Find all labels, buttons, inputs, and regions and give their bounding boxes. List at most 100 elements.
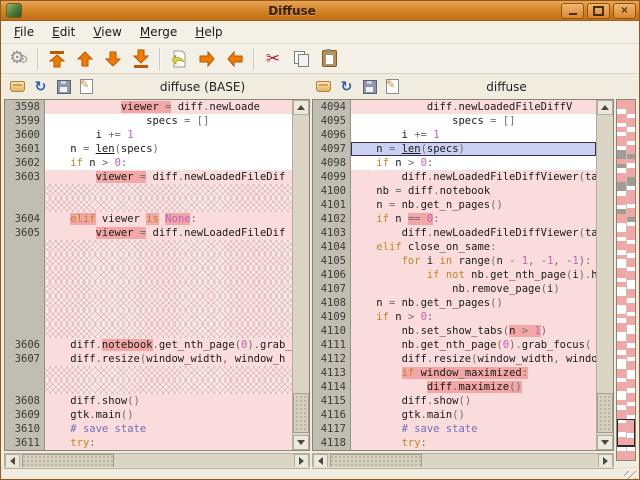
save-file-button[interactable] <box>55 79 72 95</box>
code-line[interactable]: diff.newLoadedFileDiffV <box>351 100 596 114</box>
code-line[interactable]: viewer = diff.newLoade <box>45 100 292 114</box>
code-line[interactable]: viewer = diff.newLoadedFileDif <box>45 226 292 240</box>
code-line[interactable] <box>45 268 292 282</box>
reload-file-button[interactable]: ↻ <box>32 79 49 95</box>
code-line[interactable]: if window_maximized: <box>351 366 596 380</box>
code-line[interactable]: elif close_on_same: <box>351 240 596 254</box>
code-line[interactable]: i += 1 <box>351 128 596 142</box>
code-line[interactable] <box>45 282 292 296</box>
code-line[interactable]: diff.newLoadedFileDiffViewer(ta <box>351 170 596 184</box>
code-line[interactable]: diff.newLoadedFileDiffViewer(ta <box>351 226 596 240</box>
code-line[interactable]: diff.resize(window_width, windo <box>351 352 596 366</box>
code-line[interactable]: nb.remove_page(i) <box>351 282 596 296</box>
resize-grip[interactable] <box>624 471 636 480</box>
main-area: 3598359936003601360236033604360536063607… <box>1 99 639 467</box>
cut-button[interactable]: ✂ <box>259 46 287 72</box>
code-line[interactable] <box>45 198 292 212</box>
copy-selection-left-button[interactable] <box>221 46 249 72</box>
maximize-button[interactable] <box>587 3 610 19</box>
menu-item-merge[interactable]: Merge <box>131 22 186 42</box>
scroll-up-button[interactable] <box>597 100 613 115</box>
code-line[interactable]: diff.show() <box>45 394 292 408</box>
right-vscroll-thumb[interactable] <box>597 393 613 433</box>
scroll-right-button[interactable] <box>294 454 309 468</box>
left-hscroll-thumb[interactable] <box>22 454 114 468</box>
code-line[interactable] <box>45 296 292 310</box>
copy-selection-right-button[interactable] <box>193 46 221 72</box>
code-line[interactable]: i += 1 <box>45 128 292 142</box>
code-line[interactable]: if n > 0: <box>351 310 596 324</box>
code-line[interactable]: diff.maximize() <box>351 380 596 394</box>
first-difference-button[interactable] <box>43 46 71 72</box>
code-line[interactable]: n = len(specs) <box>45 142 292 156</box>
diff-map-viewport-indicator[interactable] <box>617 419 635 448</box>
code-line[interactable]: if n > 0: <box>351 156 596 170</box>
code-line[interactable]: gtk.main() <box>351 408 596 422</box>
code-line[interactable]: diff.resize(window_width, window_h <box>45 352 292 366</box>
code-line[interactable]: # save state <box>45 422 292 436</box>
code-line[interactable]: specs = [] <box>351 114 596 128</box>
last-difference-button[interactable] <box>127 46 155 72</box>
code-line[interactable] <box>45 366 292 380</box>
code-line[interactable]: elif viewer is None: <box>45 212 292 226</box>
save-file-button[interactable] <box>361 79 378 95</box>
minimize-button[interactable] <box>561 3 584 19</box>
code-line[interactable]: try: <box>45 436 292 450</box>
code-line[interactable]: gtk.main() <box>45 408 292 422</box>
edit-file-button[interactable] <box>384 79 401 95</box>
code-line[interactable]: viewer = diff.newLoadedFileDif <box>45 170 292 184</box>
scroll-left-button[interactable] <box>5 454 20 468</box>
close-button[interactable]: × <box>613 3 636 19</box>
next-difference-button[interactable] <box>99 46 127 72</box>
code-line[interactable] <box>45 240 292 254</box>
menu-item-help[interactable]: Help <box>186 22 231 42</box>
scroll-left-button[interactable] <box>313 454 328 468</box>
right-hscroll-thumb[interactable] <box>330 454 422 468</box>
realign-button[interactable]: ⚙⚙ <box>5 46 33 72</box>
open-file-button[interactable] <box>9 79 26 95</box>
scroll-down-button[interactable] <box>293 435 309 450</box>
edit-file-button[interactable] <box>78 79 95 95</box>
code-line[interactable] <box>45 324 292 338</box>
code-line[interactable]: for i in range(n - 1, -1, -1): <box>351 254 596 268</box>
scroll-down-button[interactable] <box>597 435 613 450</box>
left-vertical-scrollbar[interactable] <box>292 100 309 450</box>
diff-map[interactable] <box>616 99 636 461</box>
code-line[interactable]: if not nb.get_nth_page(i).h <box>351 268 596 282</box>
menu-item-view[interactable]: View <box>84 22 130 42</box>
code-line[interactable]: n = nb.get_n_pages() <box>351 296 596 310</box>
code-line[interactable]: try: <box>351 436 596 450</box>
left-text-area[interactable]: viewer = diff.newLoade specs = [] i += 1… <box>45 100 292 450</box>
code-line[interactable]: n = nb.get_n_pages() <box>351 198 596 212</box>
open-icon <box>10 81 25 92</box>
reload-file-button[interactable]: ↻ <box>338 79 355 95</box>
code-line[interactable]: nb.get_nth_page(0).grab_focus( <box>351 338 596 352</box>
code-line[interactable] <box>45 380 292 394</box>
code-line[interactable]: specs = [] <box>45 114 292 128</box>
title-bar[interactable]: Diffuse × <box>1 1 639 21</box>
menu-item-edit[interactable]: Edit <box>43 22 84 42</box>
code-line[interactable]: # save state <box>351 422 596 436</box>
code-line[interactable] <box>45 310 292 324</box>
code-line[interactable]: if n > 0: <box>45 156 292 170</box>
diff-map-band <box>617 241 626 250</box>
menu-item-file[interactable]: File <box>5 22 43 42</box>
code-line[interactable]: diff.notebook.get_nth_page(0).grab_ <box>45 338 292 352</box>
code-line[interactable]: n = len(specs) <box>351 142 596 156</box>
right-vertical-scrollbar[interactable] <box>596 100 613 450</box>
copy-button[interactable] <box>287 46 315 72</box>
scroll-right-button[interactable] <box>598 454 613 468</box>
code-line[interactable]: nb.set_show_tabs(n > 1) <box>351 324 596 338</box>
merge-from-left-button[interactable] <box>165 46 193 72</box>
left-vscroll-thumb[interactable] <box>293 393 309 433</box>
code-line[interactable] <box>45 184 292 198</box>
previous-difference-button[interactable] <box>71 46 99 72</box>
open-file-button[interactable] <box>315 79 332 95</box>
paste-button[interactable] <box>315 46 343 72</box>
right-text-area[interactable]: diff.newLoadedFileDiffV specs = [] i += … <box>351 100 596 450</box>
code-line[interactable]: if n == 0: <box>351 212 596 226</box>
scroll-up-button[interactable] <box>293 100 309 115</box>
code-line[interactable]: diff.show() <box>351 394 596 408</box>
code-line[interactable] <box>45 254 292 268</box>
code-line[interactable]: nb = diff.notebook <box>351 184 596 198</box>
